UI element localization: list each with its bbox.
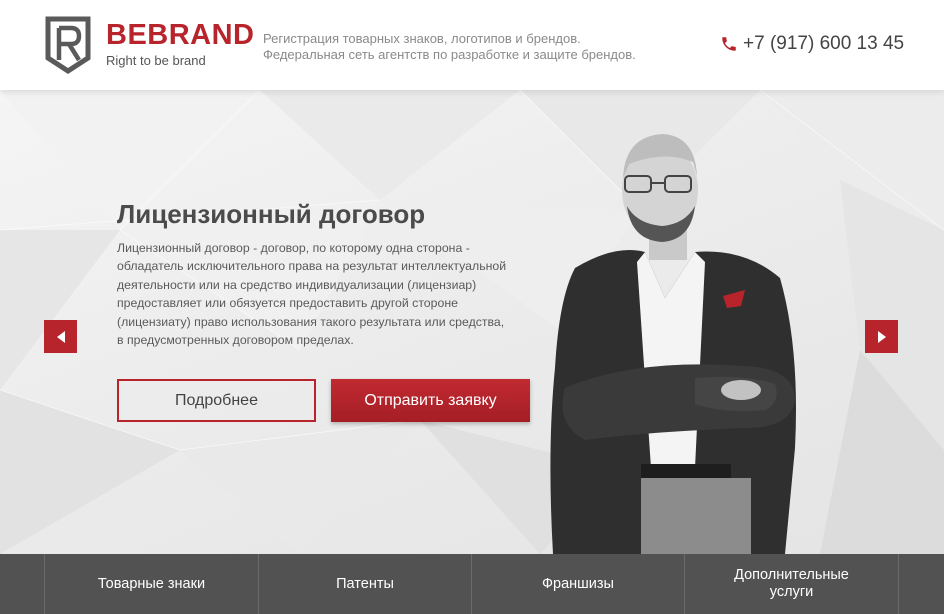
tagline-line-1: Регистрация товарных знаков, логотипов и… [263,31,581,46]
phone-number: +7 (917) 600 13 45 [743,33,905,54]
bottom-nav: Товарные знаки Патенты Франшизы Дополнит… [0,554,944,614]
nav-item-label: Товарные знаки [97,575,206,592]
nav-item-label: Патенты [336,575,394,592]
nav-item-franchises[interactable]: Франшизы [471,554,684,614]
presenter-photo [550,134,796,554]
brand-slogan: Right to be brand [106,53,206,68]
slider-prev-button[interactable] [44,320,77,353]
nav-item-patents[interactable]: Патенты [258,554,471,614]
chevron-left-icon [56,330,65,343]
nav-item-trademarks[interactable]: Товарные знаки [44,554,258,614]
nav-item-label: Франшизы [542,575,614,592]
brand-name: BEBRAND [106,19,255,51]
site-header: BEBRAND Right to be brand Регистрация то… [0,0,944,90]
more-button[interactable]: Подробнее [117,379,316,422]
phone-link[interactable]: +7 (917) 600 13 45 [720,33,904,55]
slider-next-button[interactable] [865,320,898,353]
nav-item-label: Дополнительные услуги [734,567,849,600]
header-tagline: Регистрация товарных знаков, логотипов и… [263,31,636,63]
submit-request-button[interactable]: Отправить заявку [331,379,530,422]
shield-r-icon [45,16,91,74]
tagline-line-2: Федеральная сеть агентств по разработке … [263,47,636,62]
logo[interactable]: BEBRAND Right to be brand [45,16,255,74]
hero-slider: Лицензионный договор Лицензионный догово… [0,90,944,554]
nav-item-additional-services[interactable]: Дополнительные услуги [684,554,898,614]
phone-icon [722,37,736,51]
hero-title: Лицензионный договор [117,199,426,229]
chevron-right-icon [877,330,886,343]
hero-description: Лицензионный договор - договор, по котор… [117,241,507,348]
nav-divider [898,554,899,614]
